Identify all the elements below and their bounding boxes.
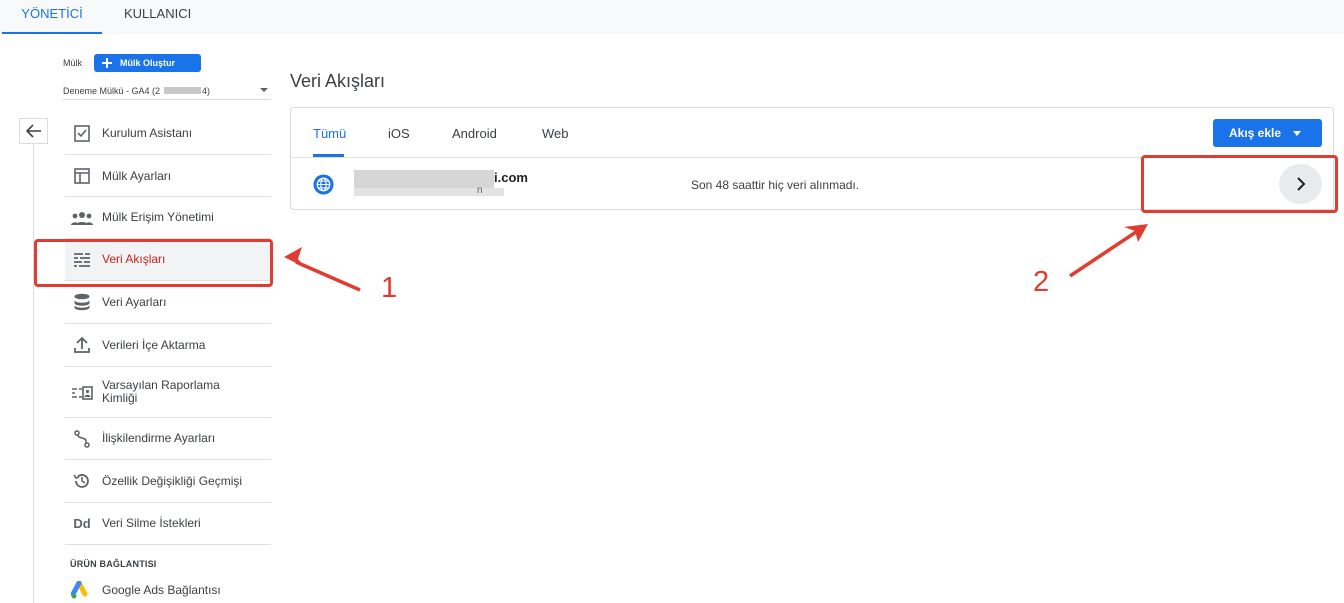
- annotation-arrowhead-1: [284, 247, 306, 268]
- annotation-arrow-1: [295, 260, 361, 292]
- annotation-arrows: [284, 224, 1148, 292]
- annotation-arrow-2: [1069, 230, 1137, 278]
